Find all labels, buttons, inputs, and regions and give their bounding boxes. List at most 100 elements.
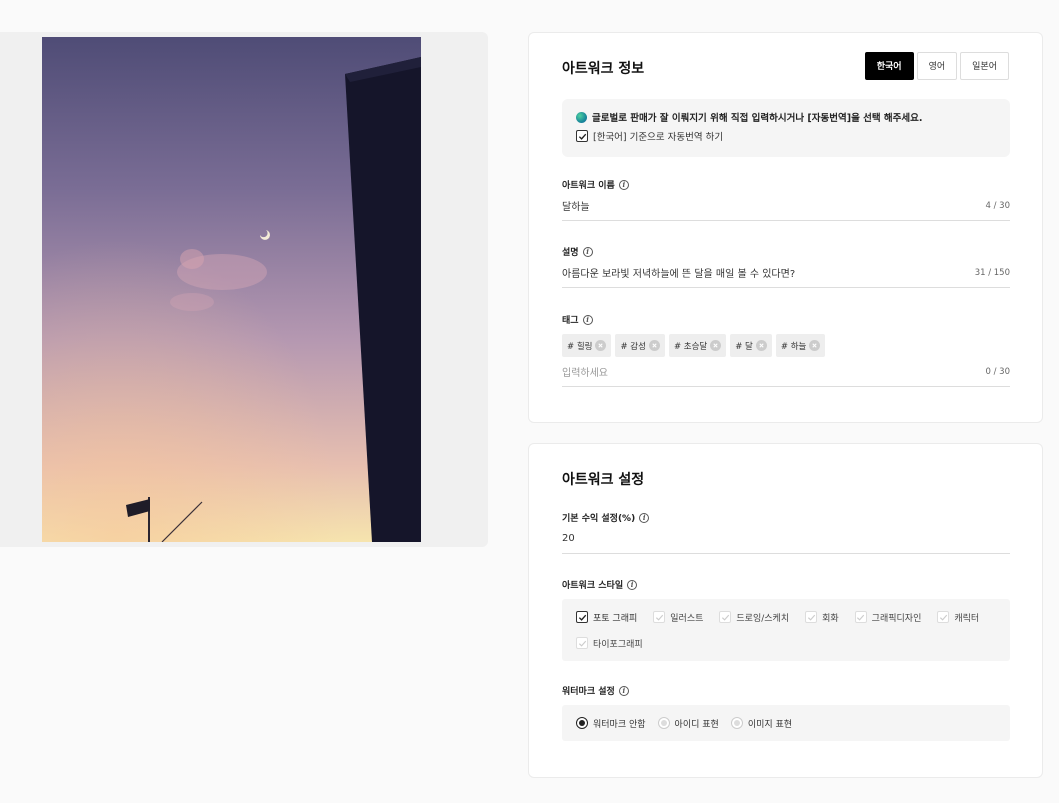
description-value: 아름다운 보라빛 저녁하늘에 뜬 달을 매일 볼 수 있다면? (562, 269, 796, 280)
style-checkbox[interactable] (653, 611, 666, 623)
watermark-radio[interactable] (657, 717, 670, 729)
tag-chip: # 달 (730, 334, 772, 357)
watermark-label: 워터마크 설정 (562, 687, 615, 697)
style-checkbox[interactable] (937, 611, 950, 623)
artwork-info-card: 아트워크 정보 한국어 영어 일본어 글로벌로 판매가 잘 이뤄지기 위해 직접… (528, 32, 1043, 423)
style-field: 아트워크 스타일 i 포토 그래피 일러스트 드로잉/스케치 회화 그래픽디자인… (562, 578, 1010, 661)
tag-list: # 힐링 # 감성 # 초승달 # 달 # 하늘 (562, 334, 1010, 357)
info-icon[interactable]: i (582, 246, 593, 257)
style-options: 포토 그래피 일러스트 드로잉/스케치 회화 그래픽디자인 캐릭터 타이포그래피 (562, 599, 1010, 661)
artwork-name-count: 4 / 30 (985, 200, 1011, 211)
revenue-field: 기본 수익 설정(%) i 20 (562, 511, 1010, 554)
style-option-character[interactable]: 캐릭터 (937, 608, 979, 626)
notice-text: 글로벌로 판매가 잘 이뤄지기 위해 직접 입력하시거나 [자동번역]을 선택 … (592, 113, 923, 124)
revenue-input[interactable]: 20 (562, 524, 1010, 554)
tag-chip: # 힐링 (562, 334, 612, 357)
revenue-label: 기본 수익 설정(%) (562, 514, 636, 524)
style-option-drawing[interactable]: 드로잉/스케치 (719, 608, 789, 626)
tag-text: # 하늘 (780, 341, 807, 352)
tag-text: # 달 (735, 341, 753, 352)
remove-tag-icon[interactable] (710, 340, 722, 351)
tag-input-placeholder: 입력하세요 (562, 368, 608, 379)
artwork-info-title: 아트워크 정보 (562, 61, 645, 77)
style-option-graphic-design[interactable]: 그래픽디자인 (854, 608, 922, 626)
watermark-option-label: 워터마크 안함 (593, 719, 646, 730)
info-icon[interactable]: i (618, 179, 629, 190)
style-option-photography[interactable]: 포토 그래피 (576, 608, 637, 626)
style-option-typography[interactable]: 타이포그래피 (576, 634, 643, 652)
check-icon (578, 133, 586, 140)
style-option-painting[interactable]: 회화 (805, 608, 839, 626)
watermark-field: 워터마크 설정 i 워터마크 안함 아이디 표현 이미지 표현 (562, 684, 1010, 741)
info-icon[interactable]: i (627, 579, 638, 590)
style-option-label: 일러스트 (670, 613, 704, 624)
tag-chip: # 초승달 (668, 334, 727, 357)
watermark-option-label: 아이디 표현 (674, 719, 719, 730)
tag-chip: # 하늘 (775, 334, 826, 357)
artwork-name-field: 아트워크 이름 i 달하늘 4 / 30 (562, 178, 1010, 221)
artwork-name-input[interactable]: 달하늘 4 / 30 (562, 191, 1010, 221)
watermark-options: 워터마크 안함 아이디 표현 이미지 표현 (562, 705, 1010, 741)
style-option-label: 그래픽디자인 (871, 613, 922, 624)
artwork-settings-card: 아트워크 설정 기본 수익 설정(%) i 20 아트워크 스타일 i 포토 그… (528, 443, 1043, 778)
style-label: 아트워크 스타일 (562, 581, 624, 591)
style-option-label: 캐릭터 (954, 613, 980, 624)
watermark-option-none[interactable]: 워터마크 안함 (576, 714, 646, 732)
check-icon (721, 614, 730, 621)
watermark-option-label: 이미지 표현 (747, 719, 793, 730)
tag-count: 0 / 30 (985, 366, 1011, 377)
watermark-option-id[interactable]: 아이디 표현 (657, 714, 719, 732)
artwork-preview-panel (0, 32, 488, 547)
description-input[interactable]: 아름다운 보라빛 저녁하늘에 뜬 달을 매일 볼 수 있다면? 31 / 150 (562, 258, 1010, 288)
tag-text: # 힐링 (567, 341, 593, 352)
check-icon (655, 614, 663, 621)
remove-tag-icon[interactable] (595, 340, 607, 351)
description-field: 설명 i 아름다운 보라빛 저녁하늘에 뜬 달을 매일 볼 수 있다면? 31 … (562, 245, 1010, 288)
tag-text: # 감성 (620, 341, 646, 352)
tags-label: 태그 (562, 316, 579, 326)
style-checkbox[interactable] (719, 611, 732, 623)
tab-english[interactable]: 영어 (916, 52, 958, 80)
style-option-label: 회화 (822, 613, 839, 624)
language-tabs: 한국어 영어 일본어 (864, 52, 1009, 80)
check-icon (578, 640, 586, 647)
remove-tag-icon[interactable] (648, 340, 660, 351)
check-icon (939, 614, 948, 621)
style-option-label: 포토 그래피 (593, 613, 638, 624)
style-option-label: 타이포그래피 (593, 639, 643, 650)
auto-translate-checkbox[interactable] (576, 130, 588, 142)
check-icon (578, 614, 586, 621)
style-checkbox[interactable] (805, 611, 818, 623)
artwork-name-value: 달하늘 (562, 202, 590, 213)
check-icon (807, 614, 815, 621)
style-option-illustration[interactable]: 일러스트 (653, 608, 703, 626)
watermark-radio[interactable] (576, 717, 588, 729)
remove-tag-icon[interactable] (755, 340, 767, 351)
info-icon[interactable]: i (582, 314, 593, 325)
tab-japanese[interactable]: 일본어 (960, 52, 1009, 80)
remove-tag-icon[interactable] (809, 340, 821, 351)
style-checkbox[interactable] (854, 611, 867, 623)
globe-icon (576, 111, 587, 123)
style-option-label: 드로잉/스케치 (736, 613, 790, 624)
info-icon[interactable]: i (639, 512, 650, 523)
info-icon[interactable]: i (618, 685, 629, 696)
tag-input[interactable]: 입력하세요 0 / 30 (562, 357, 1010, 387)
check-icon (857, 614, 865, 621)
style-checkbox[interactable] (576, 637, 588, 649)
style-checkbox[interactable] (576, 611, 588, 623)
description-count: 31 / 150 (974, 267, 1010, 278)
revenue-value: 20 (562, 533, 575, 544)
translation-notice: 글로벌로 판매가 잘 이뤄지기 위해 직접 입력하시거나 [자동번역]을 선택 … (562, 99, 1010, 157)
artwork-settings-title: 아트워크 설정 (562, 472, 645, 488)
tab-korean[interactable]: 한국어 (864, 52, 914, 80)
tags-field: 태그 i # 힐링 # 감성 # 초승달 # 달 # 하늘 입력하세요 0 / … (562, 313, 1010, 387)
auto-translate-label: [한국어] 기준으로 자동번역 하기 (593, 132, 724, 143)
watermark-radio[interactable] (730, 717, 743, 729)
auto-translate-option[interactable]: [한국어] 기준으로 자동번역 하기 (576, 129, 996, 143)
tag-chip: # 감성 (615, 334, 665, 357)
tag-text: # 초승달 (673, 341, 708, 352)
description-label: 설명 (562, 248, 579, 258)
watermark-option-image[interactable]: 이미지 표현 (730, 714, 793, 732)
artwork-name-label: 아트워크 이름 (562, 181, 615, 191)
